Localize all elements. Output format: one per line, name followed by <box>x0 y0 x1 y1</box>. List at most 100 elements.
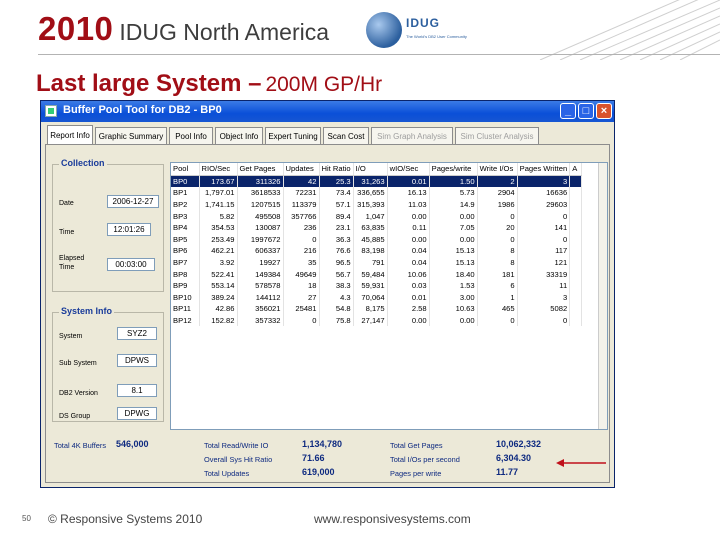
buffer-pool-grid[interactable]: Pool RIO/Sec Get Pages Updates Hit Ratio… <box>170 162 608 430</box>
tab-expert-tuning[interactable]: Expert Tuning <box>265 127 321 144</box>
db2-version-field[interactable]: 8.1 <box>117 384 157 397</box>
maximize-button[interactable]: □ <box>578 103 594 119</box>
slide-title-sub: 200M GP/Hr <box>265 73 383 96</box>
table-cell: 0 <box>283 314 320 327</box>
col-header[interactable]: Pool <box>171 163 200 176</box>
window-titlebar[interactable]: Buffer Pool Tool for DB2 - BP0 _ □ × <box>41 101 614 122</box>
pool-name-cell: BP12 <box>171 314 200 327</box>
red-arrow-annotation <box>556 459 606 467</box>
col-header[interactable]: Pages/write <box>429 163 478 176</box>
table-cell: 181 <box>477 268 518 280</box>
tab-object-info[interactable]: Object Info <box>215 127 263 144</box>
close-button[interactable]: × <box>596 103 612 119</box>
col-header[interactable]: Write I/Os <box>477 163 518 176</box>
col-header[interactable]: wIO/Sec <box>387 163 430 176</box>
table-row[interactable]: BP1 1,797.01 3618533 72231 73.4 336,655 16.13 5… <box>171 187 583 199</box>
table-cell: 59,931 <box>353 279 388 292</box>
table-cell: 23.1 <box>319 221 354 234</box>
tab-graphic-summary[interactable]: Graphic Summary <box>95 127 167 144</box>
table-row[interactable]: BP10 389.24 144112 27 4.3 70,064 0.01 3.00 1 3 <box>171 291 583 304</box>
table-cell: 152.82 <box>199 314 238 327</box>
table-cell: 0 <box>477 233 518 246</box>
table-cell: 606337 <box>237 245 284 257</box>
tab-scan-cost[interactable]: Scan Cost <box>323 127 369 144</box>
table-cell: 5.82 <box>199 210 238 222</box>
table-cell: 1986 <box>477 198 518 211</box>
table-row[interactable]: BP5 253.49 1997672 0 36.3 45,885 0.00 0.00 0 0 <box>171 233 583 246</box>
pool-name-cell: BP10 <box>171 291 200 304</box>
total-rw-io-value: 1,134,780 <box>302 439 343 449</box>
table-cell <box>569 210 583 222</box>
table-cell: 0.00 <box>387 314 430 327</box>
table-cell: 96.5 <box>319 256 354 269</box>
table-row[interactable]: BP8 522.41 149384 49649 56.7 59,484 10.06 18.40… <box>171 268 583 280</box>
window-title: Buffer Pool Tool for DB2 - BP0 <box>63 104 222 116</box>
table-row[interactable]: BP7 3.92 19927 35 96.5 791 0.04 15.13 8 121 <box>171 256 583 269</box>
footer-copyright: © Responsive Systems 2010 <box>48 512 203 526</box>
table-cell: 10.06 <box>387 268 430 280</box>
table-row[interactable]: BP11 42.86 356021 25481 54.8 8,175 2.58 10.63 46… <box>171 303 583 315</box>
ds-group-field[interactable]: DPWG <box>117 407 157 420</box>
slide-header: 2010 IDUG North America IDUG The World's … <box>0 0 720 60</box>
vertical-scrollbar[interactable] <box>598 163 607 429</box>
minimize-button[interactable]: _ <box>560 103 576 119</box>
table-cell: 18 <box>283 279 320 292</box>
table-cell <box>569 221 583 234</box>
pages-per-write-value: 11.77 <box>496 467 519 477</box>
col-header[interactable]: I/O <box>353 163 388 176</box>
pool-name-cell: BP9 <box>171 279 200 292</box>
system-field[interactable]: SYZ2 <box>117 327 157 340</box>
table-cell: 25.3 <box>319 175 354 188</box>
col-header[interactable]: Updates <box>283 163 320 176</box>
table-row[interactable]: BP9 553.14 578578 18 38.3 59,931 0.03 1.53 6 11 <box>171 279 583 292</box>
system-info-title: System Info <box>59 306 115 316</box>
col-header[interactable]: Get Pages <box>237 163 284 176</box>
total-updates-label: Total Updates <box>204 469 250 478</box>
table-cell <box>569 245 583 257</box>
table-cell: 3618533 <box>237 187 284 199</box>
table-cell: 2 <box>477 175 518 188</box>
app-icon <box>45 105 57 117</box>
pool-name-cell: BP8 <box>171 268 200 280</box>
header-divider <box>38 54 720 55</box>
col-header[interactable]: A <box>569 163 583 176</box>
col-header[interactable]: RIO/Sec <box>199 163 238 176</box>
buffer-pool-tool-window: Buffer Pool Tool for DB2 - BP0 _ □ × Rep… <box>40 100 615 488</box>
table-cell: 0.03 <box>387 279 430 292</box>
tab-report-info[interactable]: Report Info <box>47 125 93 144</box>
subsystem-field[interactable]: DPWS <box>117 354 157 367</box>
table-row[interactable]: BP12 152.82 357332 0 75.8 27,147 0.00 0.00 0 0 <box>171 314 583 327</box>
col-header[interactable]: Pages Written <box>517 163 571 176</box>
table-cell <box>569 314 583 327</box>
tab-pool-info[interactable]: Pool Info <box>169 127 213 144</box>
table-cell: 83,198 <box>353 245 388 257</box>
table-cell: 553.14 <box>199 279 238 292</box>
table-cell: 3 <box>517 291 571 304</box>
table-cell: 465 <box>477 303 518 315</box>
pool-name-cell: BP3 <box>171 210 200 222</box>
table-cell: 311326 <box>237 175 284 188</box>
date-field[interactable]: 2006-12-27 <box>107 195 159 208</box>
io-per-second-value: 6,304.30 <box>496 453 532 463</box>
elapsed-time-field[interactable]: 00:03:00 <box>107 258 155 271</box>
table-row[interactable]: BP6 462.21 606337 216 76.6 83,198 0.04 15.13 8 11… <box>171 245 583 257</box>
time-field[interactable]: 12:01:26 <box>107 223 151 236</box>
col-header[interactable]: Hit Ratio <box>319 163 354 176</box>
table-cell: 389.24 <box>199 291 238 304</box>
table-row[interactable]: BP0 173.67 311326 42 25.3 31,263 0.01 1.50 2 3 <box>171 175 583 188</box>
collection-group: Collection Date 2006-12-27 Time 12:01:26… <box>52 158 164 292</box>
table-cell: 357766 <box>283 210 320 222</box>
pages-per-write-label: Pages per write <box>390 469 442 478</box>
table-cell: 1,047 <box>353 210 388 222</box>
table-cell: 1.53 <box>429 279 478 292</box>
table-row[interactable]: BP4 354.53 130087 236 23.1 63,835 0.11 7.05 20 14… <box>171 221 583 234</box>
table-cell: 8 <box>477 245 518 257</box>
table-cell: 15.13 <box>429 245 478 257</box>
table-cell: 42 <box>283 175 320 188</box>
table-cell: 4.3 <box>319 291 354 304</box>
table-cell: 11.03 <box>387 198 430 211</box>
table-cell: 49649 <box>283 268 320 280</box>
table-row[interactable]: BP3 5.82 495508 357766 89.4 1,047 0.00 0.00 0 0 <box>171 210 583 222</box>
table-row[interactable]: BP2 1,741.15 1207515 113379 57.1 315,393 11.03… <box>171 198 583 211</box>
pool-name-cell: BP2 <box>171 198 200 211</box>
